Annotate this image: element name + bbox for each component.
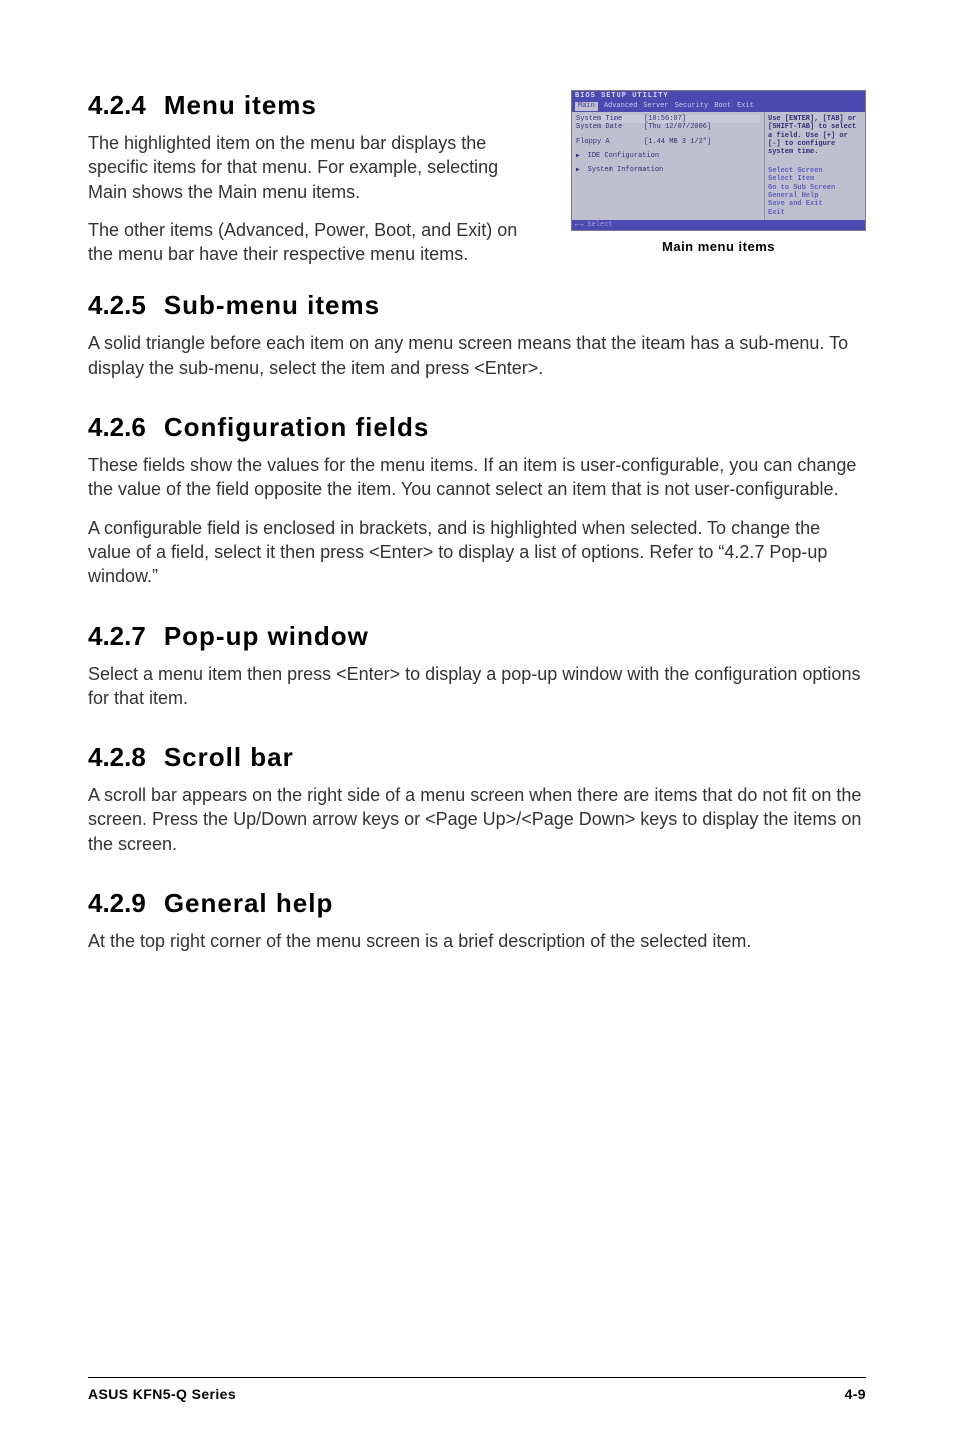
bios-row-date: System Date [Thu 12/07/2006]: [576, 123, 760, 131]
bios-tab-security: Security: [675, 102, 709, 110]
bios-label: System Information: [588, 166, 664, 174]
footer-rule: [88, 1377, 866, 1378]
paragraph: At the top right corner of the menu scre…: [88, 929, 866, 953]
bios-hint: Select Screen: [768, 167, 862, 175]
bios-nav-hints: Select Screen Select Item Go to Sub Scre…: [768, 167, 862, 217]
bios-hint: General Help: [768, 192, 862, 200]
paragraph: A scroll bar appears on the right side o…: [88, 783, 866, 856]
bios-nav-text: Select: [587, 221, 612, 229]
bios-tab-boot: Boot: [714, 102, 731, 110]
bios-help-text: Use [ENTER], [TAB] or [SHIFT-TAB] to sel…: [768, 115, 856, 157]
bios-tab-advanced: Advanced: [604, 102, 638, 110]
heading-num: 4.2.8: [88, 742, 146, 772]
bios-label: System Time: [576, 115, 638, 123]
bios-row-ide: IDE Configuration: [576, 152, 760, 160]
bios-title: BIOS SETUP UTILITY: [572, 91, 865, 101]
bios-hint: Go to Sub Screen: [768, 184, 862, 192]
bios-row-floppy: Floppy A [1.44 MB 3 1/2"]: [576, 138, 760, 146]
bios-help-panel: Use [ENTER], [TAB] or [SHIFT-TAB] to sel…: [765, 112, 865, 220]
bios-main-panel: System Time [10:56:07] System Date [Thu …: [572, 112, 765, 220]
figure-caption: Main menu items: [571, 239, 866, 254]
section-424-block: 4.2.4 Menu items The highlighted item on …: [88, 90, 541, 280]
heading-title: Configuration fields: [164, 412, 430, 442]
heading-num: 4.2.6: [88, 412, 146, 442]
paragraph: A solid triangle before each item on any…: [88, 331, 866, 380]
paragraph: The other items (Advanced, Power, Boot, …: [88, 218, 541, 267]
bios-value: [10:56:07]: [644, 115, 686, 123]
bios-label: IDE Configuration: [588, 152, 659, 160]
top-row: 4.2.4 Menu items The highlighted item on …: [88, 90, 866, 280]
bios-screenshot: BIOS SETUP UTILITY Main Advanced Server …: [571, 90, 866, 231]
heading-title: Scroll bar: [164, 742, 294, 772]
heading-427: 4.2.7 Pop-up window: [88, 621, 866, 652]
heading-title: General help: [164, 888, 334, 918]
page-footer: ASUS KFN5-Q Series 4-9: [0, 1377, 954, 1402]
heading-429: 4.2.9 General help: [88, 888, 866, 919]
heading-425: 4.2.5 Sub-menu items: [88, 290, 866, 321]
paragraph: Select a menu item then press <Enter> to…: [88, 662, 866, 711]
paragraph: The highlighted item on the menu bar dis…: [88, 131, 541, 204]
paragraph: These fields show the values for the men…: [88, 453, 866, 502]
heading-title: Sub-menu items: [164, 290, 380, 320]
footer-left: ASUS KFN5-Q Series: [88, 1386, 236, 1402]
heading-title: Menu items: [164, 90, 317, 120]
heading-title: Pop-up window: [164, 621, 369, 651]
heading-num: 4.2.7: [88, 621, 146, 651]
bios-footer-bar: ←→ Select: [572, 220, 865, 230]
bios-value: [Thu 12/07/2006]: [644, 123, 711, 131]
bios-row-time: System Time [10:56:07]: [576, 115, 760, 123]
bios-tab-exit: Exit: [737, 102, 754, 110]
bios-hint: Select Item: [768, 175, 862, 183]
heading-428: 4.2.8 Scroll bar: [88, 742, 866, 773]
heading-num: 4.2.9: [88, 888, 146, 918]
bios-hint: Save and Exit: [768, 200, 862, 208]
footer-row: ASUS KFN5-Q Series 4-9: [88, 1386, 866, 1402]
document-page: 4.2.4 Menu items The highlighted item on …: [0, 0, 954, 1380]
heading-426: 4.2.6 Configuration fields: [88, 412, 866, 443]
bios-label: System Date: [576, 123, 638, 131]
heading-num: 4.2.5: [88, 290, 146, 320]
bios-nav-key: ←→: [575, 221, 583, 229]
paragraph: A configurable field is enclosed in brac…: [88, 516, 866, 589]
footer-right: 4-9: [845, 1386, 866, 1402]
bios-value: [1.44 MB 3 1/2"]: [644, 138, 711, 146]
bios-tab-server: Server: [643, 102, 668, 110]
bios-row-sysinfo: System Information: [576, 166, 760, 174]
bios-tab-bar: Main Advanced Server Security Boot Exit: [572, 101, 865, 111]
bios-tab-main: Main: [575, 102, 598, 110]
bios-body: System Time [10:56:07] System Date [Thu …: [572, 112, 865, 220]
bios-label: Floppy A: [576, 138, 638, 146]
heading-424: 4.2.4 Menu items: [88, 90, 541, 121]
bios-figure: BIOS SETUP UTILITY Main Advanced Server …: [571, 90, 866, 254]
bios-hint: Exit: [768, 209, 862, 217]
heading-num: 4.2.4: [88, 90, 146, 120]
